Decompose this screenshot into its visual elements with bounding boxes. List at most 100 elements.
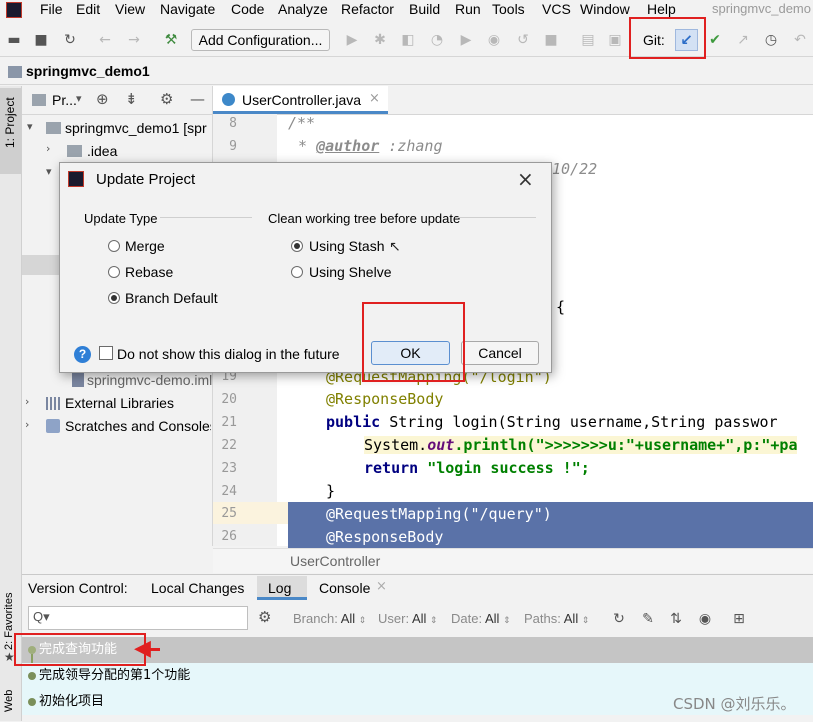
menu-run[interactable]: Run: [455, 0, 481, 22]
commit-node-icon: [28, 698, 36, 706]
code-line-22: System.out.println(">>>>>>>u:"+username+…: [364, 436, 798, 454]
user-filter-value: All: [411, 611, 427, 626]
debug-icon[interactable]: ✱: [372, 32, 388, 48]
menu-tools[interactable]: Tools: [492, 0, 525, 22]
menu-vcs[interactable]: VCS: [542, 0, 571, 22]
code-line-20: @ResponseBody: [326, 390, 444, 408]
branch-filter[interactable]: Branch: All ⇕: [293, 611, 366, 628]
tree-item-idea[interactable]: .idea: [87, 143, 117, 159]
tree-item-iml[interactable]: springmvc-demo.iml: [87, 372, 212, 388]
save-all-icon[interactable]: ■: [33, 32, 49, 48]
merge-label[interactable]: Merge: [125, 238, 165, 254]
code-string: .println(">>>>>>>u:"+username+",p:"+pa: [454, 436, 798, 454]
close-tab-icon[interactable]: ×: [369, 91, 380, 106]
menu-file[interactable]: File: [40, 0, 63, 22]
user-filter[interactable]: User: All ⇕: [378, 611, 438, 628]
attach-profiler-icon[interactable]: ◉: [486, 32, 502, 48]
back-icon[interactable]: ←: [97, 32, 113, 48]
using-stash-radio[interactable]: [291, 240, 303, 252]
dropdown-arrow-icon[interactable]: ▾: [76, 92, 82, 105]
branch-default-label[interactable]: Branch Default: [125, 290, 218, 306]
branch-default-radio[interactable]: [108, 292, 120, 304]
stop-icon[interactable]: ■: [543, 32, 559, 48]
rebase-label[interactable]: Rebase: [125, 264, 173, 280]
tab-local-changes[interactable]: Local Changes: [151, 580, 244, 596]
menu-analyze[interactable]: Analyze: [278, 0, 328, 22]
sort-icon[interactable]: ⇅: [668, 611, 684, 627]
project-view-selector[interactable]: Pr...: [52, 92, 77, 108]
expanded-arrow-icon[interactable]: ▾: [46, 165, 52, 178]
locate-target-icon[interactable]: ⊕: [96, 90, 109, 108]
rebase-radio[interactable]: [108, 266, 120, 278]
cancel-button[interactable]: Cancel: [461, 341, 539, 365]
hide-panel-icon[interactable]: —: [190, 90, 205, 108]
menu-code[interactable]: Code: [231, 0, 264, 22]
close-icon[interactable]: ×: [517, 167, 534, 191]
using-shelve-label[interactable]: Using Shelve: [309, 264, 392, 280]
log-search-input[interactable]: [28, 606, 248, 630]
branch-filter-value: All: [340, 611, 356, 626]
line-number: 22: [221, 438, 237, 453]
build-hammer-icon[interactable]: ⚒: [163, 32, 179, 48]
collapsed-arrow-icon[interactable]: ›: [46, 142, 50, 155]
menu-edit[interactable]: Edit: [76, 0, 100, 22]
tree-item-external-libraries[interactable]: External Libraries: [65, 395, 174, 411]
breadcrumb-project[interactable]: springmvc_demo1: [26, 63, 150, 79]
graph-layout-icon[interactable]: ⊞: [731, 611, 747, 627]
line-number: 20: [221, 392, 237, 407]
scratches-icon: [46, 419, 60, 433]
push-icon[interactable]: ↗: [735, 32, 751, 48]
tree-item-root[interactable]: springmvc_demo1 [spr: [65, 120, 207, 136]
code-fragment-brace: {: [556, 298, 566, 316]
run-icon[interactable]: ▶: [344, 32, 360, 48]
code-line-26: @ResponseBody: [326, 528, 444, 546]
code-string: "login success !";: [418, 459, 590, 477]
dont-show-checkbox[interactable]: [99, 346, 113, 360]
coverage-icon[interactable]: ◧: [400, 32, 416, 48]
run-target-icon[interactable]: ▶: [458, 32, 474, 48]
web-tool-label[interactable]: Web: [3, 690, 15, 712]
using-shelve-radio[interactable]: [291, 266, 303, 278]
view-options-eye-icon[interactable]: ◉: [697, 611, 713, 627]
forward-icon[interactable]: →: [126, 32, 142, 48]
expanded-arrow-icon[interactable]: ▾: [27, 120, 33, 133]
menu-navigate[interactable]: Navigate: [160, 0, 215, 22]
settings-gear-icon[interactable]: ⚙: [258, 608, 271, 626]
sdk-icon[interactable]: ▣: [607, 32, 623, 48]
merge-radio[interactable]: [108, 240, 120, 252]
date-filter[interactable]: Date: All ⇕: [451, 611, 511, 628]
commit-message: 完成领导分配的第1个功能: [39, 668, 191, 683]
user-filter-label: User:: [378, 611, 410, 626]
reload-icon[interactable]: ↺: [515, 32, 531, 48]
add-configuration-button[interactable]: Add Configuration...: [191, 29, 330, 51]
paths-filter[interactable]: Paths: All ⇕: [524, 611, 589, 628]
module-folder-icon: [46, 122, 61, 134]
menu-build[interactable]: Build: [409, 0, 440, 22]
menu-refactor[interactable]: Refactor: [341, 0, 394, 22]
menu-view[interactable]: View: [115, 0, 145, 22]
cherry-pick-icon[interactable]: ✎: [640, 611, 656, 627]
divider: [160, 217, 252, 218]
settings-gear-icon[interactable]: ⚙: [160, 90, 173, 108]
history-clock-icon[interactable]: ◷: [763, 32, 779, 48]
commit-check-icon[interactable]: ✔: [707, 32, 723, 48]
update-project-icon[interactable]: ↙: [675, 29, 698, 51]
using-stash-label[interactable]: Using Stash: [309, 238, 384, 254]
collapse-all-icon[interactable]: ⇟: [125, 90, 138, 108]
tab-console[interactable]: Console: [319, 580, 370, 596]
collapsed-arrow-icon[interactable]: ›: [25, 418, 29, 431]
close-tab-icon[interactable]: ×: [376, 579, 387, 594]
intellij-logo-icon: [6, 2, 22, 18]
synchronize-icon[interactable]: ↻: [62, 32, 78, 48]
project-structure-icon[interactable]: ▤: [580, 32, 596, 48]
refresh-icon[interactable]: ↻: [611, 611, 627, 627]
tree-item-scratches[interactable]: Scratches and Consoles: [65, 418, 211, 434]
menu-window[interactable]: Window: [580, 0, 630, 22]
editor-footer-label[interactable]: UserController: [290, 553, 380, 569]
collapsed-arrow-icon[interactable]: ›: [25, 395, 29, 408]
rollback-icon[interactable]: ↶: [792, 32, 808, 48]
help-icon[interactable]: ?: [74, 346, 91, 363]
dont-show-label[interactable]: Do not show this dialog in the future: [117, 346, 340, 362]
profile-icon[interactable]: ◔: [429, 32, 445, 48]
open-folder-icon[interactable]: ▬: [6, 32, 22, 48]
